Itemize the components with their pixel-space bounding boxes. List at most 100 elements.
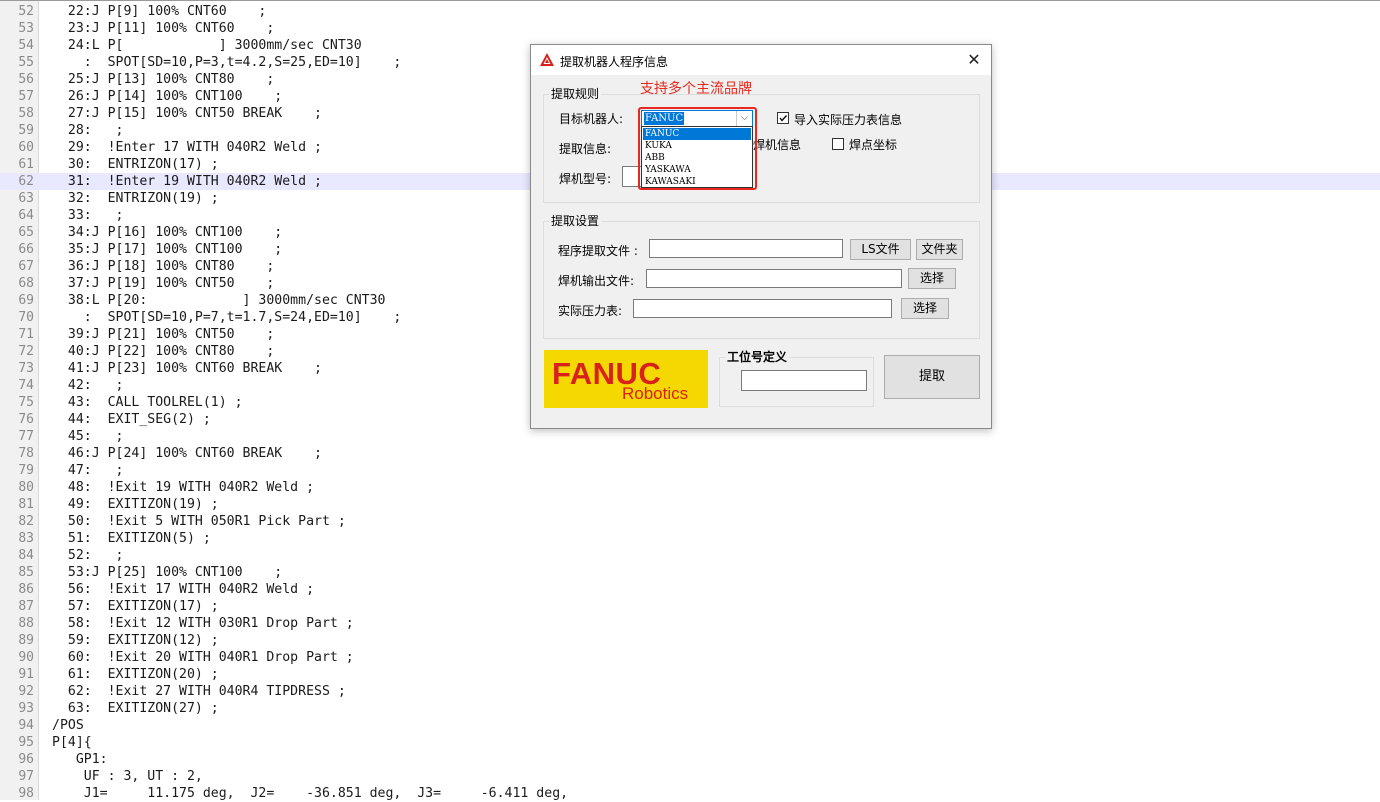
code-line: 93 63: EXITIZON(27) ; bbox=[0, 700, 1380, 717]
annotation-text: 支持多个主流品牌 bbox=[640, 81, 752, 97]
code-text: 45: ; bbox=[52, 429, 124, 444]
code-text: 25:J P[13] 100% CNT80 ; bbox=[52, 72, 275, 87]
code-text: 42: ; bbox=[52, 378, 124, 393]
code-text: 28: ; bbox=[52, 123, 124, 138]
line-number: 93 bbox=[18, 701, 34, 716]
welder-output-select-button[interactable]: 选择 bbox=[908, 268, 956, 289]
weld-coord-label: 焊点坐标 bbox=[849, 138, 898, 152]
line-number: 91 bbox=[18, 667, 34, 682]
station-input[interactable] bbox=[741, 370, 867, 391]
code-text: 30: ENTRIZON(17) ; bbox=[52, 157, 219, 172]
code-text: 52: ; bbox=[52, 548, 124, 563]
code-text: 43: CALL TOOLREL(1) ; bbox=[52, 395, 243, 410]
code-text: /POS bbox=[52, 718, 84, 733]
code-text: J1= 11.175 deg, J2= -36.851 deg, J3= -6.… bbox=[52, 786, 569, 801]
extract-settings-label: 提取设置 bbox=[549, 212, 602, 229]
code-line: 78 46:J P[24] 100% CNT60 BREAK ; bbox=[0, 445, 1380, 462]
code-text: 22:J P[9] 100% CNT60 ; bbox=[52, 4, 267, 19]
code-text: 57: EXITIZON(17) ; bbox=[52, 599, 219, 614]
code-line: 77 45: ; bbox=[0, 428, 1380, 445]
code-text: 29: !Enter 17 WITH 040R2 Weld ; bbox=[52, 140, 322, 155]
code-line: 89 59: EXITIZON(12) ; bbox=[0, 632, 1380, 649]
line-number: 54 bbox=[18, 38, 34, 53]
line-number: 88 bbox=[18, 616, 34, 631]
code-text: 62: !Exit 27 WITH 040R4 TIPDRESS ; bbox=[52, 684, 346, 699]
code-text: : SPOT[SD=10,P=7,t=1.7,S=24,ED=10] ; bbox=[52, 310, 402, 325]
import-pressure-label: 导入实际压力表信息 bbox=[794, 113, 903, 127]
line-number: 55 bbox=[18, 55, 34, 70]
code-text: 60: !Exit 20 WITH 040R1 Drop Part ; bbox=[52, 650, 354, 665]
code-text: 36:J P[18] 100% CNT80 ; bbox=[52, 259, 275, 274]
line-number: 53 bbox=[18, 21, 34, 36]
program-file-input[interactable] bbox=[649, 239, 843, 258]
ls-file-button[interactable]: LS文件 bbox=[850, 239, 911, 260]
code-text: P[4]{ bbox=[52, 735, 92, 750]
line-number: 90 bbox=[18, 650, 34, 665]
line-number: 63 bbox=[18, 191, 34, 206]
code-text: 50: !Exit 5 WITH 050R1 Pick Part ; bbox=[52, 514, 346, 529]
line-number: 97 bbox=[18, 769, 34, 784]
line-number: 74 bbox=[18, 378, 34, 393]
line-number: 57 bbox=[18, 89, 34, 104]
pressure-table-label: 实际压力表: bbox=[558, 304, 623, 318]
weld-coord-checkbox[interactable] bbox=[832, 138, 844, 150]
line-number: 77 bbox=[18, 429, 34, 444]
welder-info-label: 焊机信息 bbox=[753, 138, 802, 152]
close-button[interactable]: ✕ bbox=[961, 49, 987, 71]
code-text: 49: EXITIZON(19) ; bbox=[52, 497, 219, 512]
line-number: 71 bbox=[18, 327, 34, 342]
code-line: 80 48: !Exit 19 WITH 040R2 Weld ; bbox=[0, 479, 1380, 496]
welder-output-input[interactable] bbox=[646, 269, 902, 288]
extract-info-label: 提取信息: bbox=[559, 142, 612, 156]
code-text: 44: EXIT_SEG(2) ; bbox=[52, 412, 211, 427]
checkmark-icon bbox=[779, 115, 788, 122]
code-text: 23:J P[11] 100% CNT60 ; bbox=[52, 21, 275, 36]
code-text: 26:J P[14] 100% CNT100 ; bbox=[52, 89, 283, 104]
code-text: : SPOT[SD=10,P=3,t=4.2,S=25,ED=10] ; bbox=[52, 55, 402, 70]
code-text: 38:L P[20: ] 3000mm/sec CNT30 bbox=[52, 293, 386, 308]
code-text: 59: EXITIZON(12) ; bbox=[52, 633, 219, 648]
line-number: 87 bbox=[18, 599, 34, 614]
code-text: 37:J P[19] 100% CNT50 ; bbox=[52, 276, 275, 291]
code-line: 82 50: !Exit 5 WITH 050R1 Pick Part ; bbox=[0, 513, 1380, 530]
code-line: 97 UF : 3, UT : 2, bbox=[0, 768, 1380, 785]
code-text: 56: !Exit 17 WITH 040R2 Weld ; bbox=[52, 582, 315, 597]
code-text: 63: EXITIZON(27) ; bbox=[52, 701, 219, 716]
pressure-table-input[interactable] bbox=[633, 299, 892, 318]
code-text: 51: EXITIZON(5) ; bbox=[52, 531, 211, 546]
line-number: 78 bbox=[18, 446, 34, 461]
line-number: 52 bbox=[18, 4, 34, 19]
fanuc-robotics-logo: FANUC Robotics bbox=[544, 350, 708, 408]
code-text: 48: !Exit 19 WITH 040R2 Weld ; bbox=[52, 480, 315, 495]
code-text: 46:J P[24] 100% CNT60 BREAK ; bbox=[52, 446, 322, 461]
code-line: 91 61: EXITIZON(20) ; bbox=[0, 666, 1380, 683]
line-number: 85 bbox=[18, 565, 34, 580]
code-line: 88 58: !Exit 12 WITH 030R1 Drop Part ; bbox=[0, 615, 1380, 632]
line-number: 82 bbox=[18, 514, 34, 529]
line-number: 59 bbox=[18, 123, 34, 138]
code-line: 90 60: !Exit 20 WITH 040R1 Drop Part ; bbox=[0, 649, 1380, 666]
extract-button[interactable]: 提取 bbox=[884, 355, 980, 399]
code-text: 47: ; bbox=[52, 463, 124, 478]
line-number: 56 bbox=[18, 72, 34, 87]
code-line: 83 51: EXITIZON(5) ; bbox=[0, 530, 1380, 547]
code-line: 94/POS bbox=[0, 717, 1380, 734]
code-text: 35:J P[17] 100% CNT100 ; bbox=[52, 242, 283, 257]
line-number: 64 bbox=[18, 208, 34, 223]
code-line: 92 62: !Exit 27 WITH 040R4 TIPDRESS ; bbox=[0, 683, 1380, 700]
pressure-table-select-button[interactable]: 选择 bbox=[901, 298, 949, 319]
code-text: UF : 3, UT : 2, bbox=[52, 769, 203, 784]
code-text: 61: EXITIZON(20) ; bbox=[52, 667, 219, 682]
app-warning-icon bbox=[540, 53, 554, 66]
line-number: 75 bbox=[18, 395, 34, 410]
line-number: 61 bbox=[18, 157, 34, 172]
target-robot-label: 目标机器人: bbox=[559, 112, 624, 126]
folder-button[interactable]: 文件夹 bbox=[916, 239, 963, 260]
code-text: 27:J P[15] 100% CNT50 BREAK ; bbox=[52, 106, 322, 121]
dialog-titlebar[interactable]: 提取机器人程序信息 ✕ bbox=[531, 45, 991, 75]
code-line: 98 J1= 11.175 deg, J2= -36.851 deg, J3= … bbox=[0, 785, 1380, 802]
line-number: 86 bbox=[18, 582, 34, 597]
line-number: 96 bbox=[18, 752, 34, 767]
import-pressure-checkbox[interactable] bbox=[777, 112, 789, 124]
line-number: 73 bbox=[18, 361, 34, 376]
